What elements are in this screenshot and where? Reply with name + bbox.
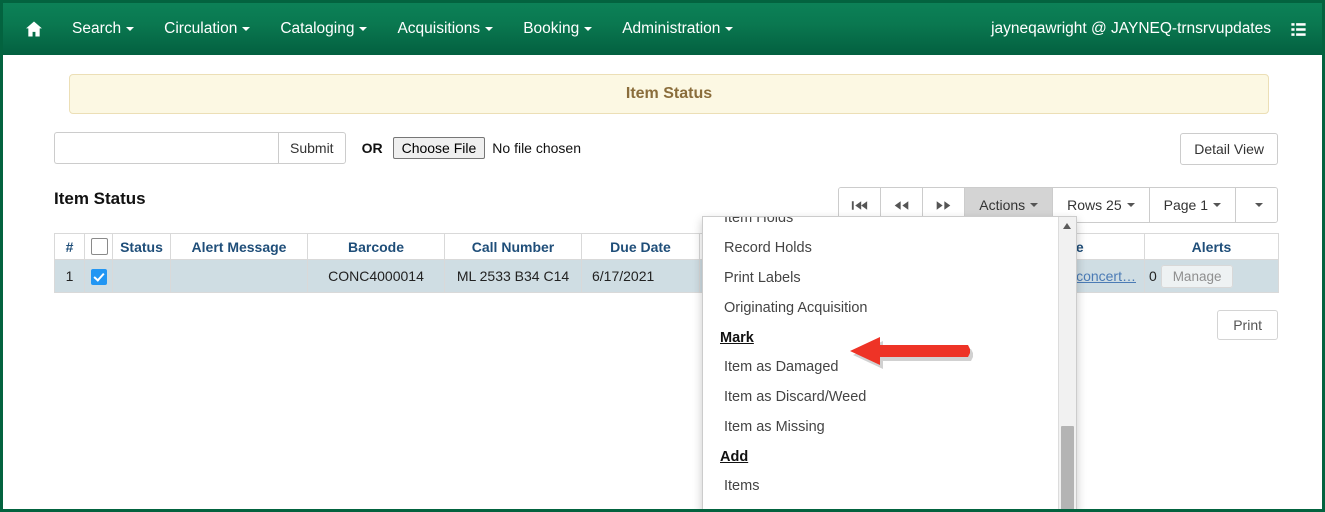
column-header-index[interactable]: # — [54, 233, 85, 260]
chevron-down-icon — [725, 27, 734, 31]
chevron-down-icon — [359, 27, 368, 31]
column-header-status[interactable]: Status — [112, 233, 171, 260]
column-header-call-number[interactable]: Call Number — [444, 233, 582, 260]
chevron-down-icon — [126, 27, 135, 31]
title-link[interactable]: concert… — [1076, 268, 1136, 284]
row-checkbox[interactable] — [91, 268, 107, 285]
table-header-row: # Status Alert Message Barcode Call Numb… — [54, 233, 1279, 260]
no-file-chosen-label: No file chosen — [492, 140, 581, 156]
menu-group-add: Add — [720, 449, 749, 465]
or-label: OR — [361, 140, 383, 156]
cell-barcode: CONC4000014 — [307, 259, 445, 293]
chevron-down-icon — [1255, 203, 1263, 207]
rows-label: Rows 25 — [1067, 197, 1122, 213]
scroll-up-arrow-icon[interactable] — [1063, 223, 1071, 229]
home-icon[interactable] — [11, 19, 57, 39]
detail-view-button[interactable]: Detail View — [1180, 133, 1278, 165]
cell-alert-message — [170, 259, 308, 293]
cell-call-number: ML 2533 B34 C14 — [444, 259, 582, 293]
page-banner: Item Status — [69, 74, 1269, 114]
alert-count: 0 — [1149, 268, 1157, 284]
column-header-barcode[interactable]: Barcode — [307, 233, 445, 260]
banner-title: Item Status — [625, 85, 713, 102]
manage-alerts-button[interactable]: Manage — [1160, 265, 1234, 288]
app-window: Search Circulation Cataloging Acquisitio… — [0, 0, 1325, 512]
choose-file-button[interactable]: Choose File — [392, 137, 486, 159]
item-status-table: # Status Alert Message Barcode Call Numb… — [54, 233, 1279, 293]
nav-menu-acquisitions[interactable]: Acquisitions — [382, 3, 508, 55]
nav-label: Booking — [523, 20, 580, 37]
select-all-checkbox[interactable] — [91, 238, 108, 256]
column-header-select-all — [84, 233, 113, 260]
cell-row-checkbox — [84, 259, 113, 293]
more-options-button[interactable] — [1236, 188, 1277, 222]
menu-item-items[interactable]: Items — [703, 471, 1056, 501]
menu-item-item-as-discard-weed[interactable]: Item as Discard/Weed — [703, 382, 1056, 412]
menu-item-item-as-missing[interactable]: Item as Missing — [703, 412, 1056, 442]
submit-button[interactable]: Submit — [278, 132, 346, 164]
barcode-search-row: Submit OR Choose File No file chosen — [54, 132, 581, 164]
nav-menu-booking[interactable]: Booking — [508, 3, 607, 55]
menu-item-print-labels[interactable]: Print Labels — [703, 263, 1056, 293]
nav-menu-search[interactable]: Search — [57, 3, 149, 55]
user-account-label[interactable]: jayneqawright @ JAYNEQ-trnsrvupdates — [991, 20, 1289, 38]
column-header-alert-message[interactable]: Alert Message — [170, 233, 308, 260]
cell-alerts: 0 Manage — [1144, 259, 1279, 293]
chevron-down-icon — [485, 27, 494, 31]
chevron-down-icon — [584, 27, 593, 31]
chevron-down-icon — [242, 27, 251, 31]
nav-label: Administration — [622, 20, 721, 37]
chevron-down-icon — [1213, 203, 1221, 207]
top-navbar: Search Circulation Cataloging Acquisitio… — [3, 3, 1322, 55]
page-title: Item Status — [54, 189, 146, 208]
nav-menu-cataloging[interactable]: Cataloging — [265, 3, 382, 55]
scrollbar-thumb[interactable] — [1061, 426, 1074, 509]
column-header-due-date[interactable]: Due Date — [581, 233, 700, 260]
menu-item-item-holds[interactable]: Item Holds — [703, 217, 1056, 233]
menu-item-originating-acquisition[interactable]: Originating Acquisition — [703, 293, 1056, 323]
column-header-alerts[interactable]: Alerts — [1144, 233, 1279, 260]
annotation-arrow-icon — [848, 333, 973, 374]
cell-status — [112, 259, 171, 293]
cell-due-date: 6/17/2021 — [581, 259, 700, 293]
actions-label: Actions — [979, 197, 1026, 213]
chevron-down-icon — [1030, 203, 1039, 207]
chevron-down-icon — [1126, 203, 1135, 207]
cell-index: 1 — [54, 259, 85, 293]
table-row[interactable]: 1 CONC4000014 ML 2533 B34 C14 6/17/2021 … — [54, 259, 1279, 293]
page-selector-button[interactable]: Page 1 — [1149, 188, 1236, 222]
menu-item-call-numbers-and-items[interactable]: Call Numbers and Items — [703, 501, 1056, 509]
nav-label: Search — [72, 20, 122, 37]
print-button[interactable]: Print — [1217, 310, 1278, 340]
barcode-input[interactable] — [54, 132, 278, 164]
file-upload-control: Choose File No file chosen — [392, 137, 581, 159]
nav-label: Acquisitions — [397, 20, 481, 37]
nav-menu-administration[interactable]: Administration — [607, 3, 748, 55]
nav-menu-circulation[interactable]: Circulation — [149, 3, 265, 55]
menu-scrollbar[interactable] — [1058, 217, 1076, 509]
nav-label: Cataloging — [280, 20, 355, 37]
nav-label: Circulation — [164, 20, 238, 37]
list-menu-icon[interactable] — [1289, 20, 1322, 39]
menu-item-record-holds[interactable]: Record Holds — [703, 233, 1056, 263]
page-label: Page 1 — [1163, 197, 1208, 213]
